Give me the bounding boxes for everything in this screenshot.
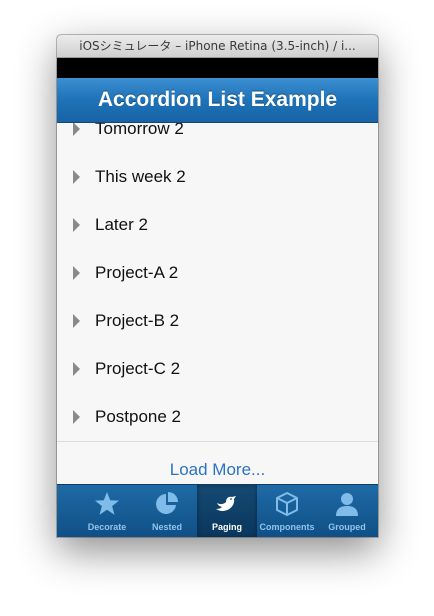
list-item-label: Tomorrow 2 [95,123,184,138]
star-icon [95,492,119,515]
tab-bar: Decorate Nested Paging Components Groupe… [57,484,378,537]
list-item-label: Later 2 [95,215,148,234]
tab-label: Nested [151,522,182,532]
tab-decorate[interactable]: Decorate [77,485,137,537]
tab-label: Decorate [87,522,127,532]
tab-label: Paging [211,522,242,532]
list-item[interactable]: Project-A 2 [57,249,378,298]
list-item-label: This week 2 [95,167,186,186]
tab-grouped[interactable]: Grouped [317,485,377,537]
tab-label: Grouped [328,522,366,532]
disclosure-triangle-icon [73,218,80,232]
status-bar [57,58,378,78]
list-item-label: Postpone 2 [95,407,182,426]
page-title: Accordion List Example [97,88,338,111]
disclosure-triangle-icon [73,123,80,136]
disclosure-triangle-icon [73,362,80,376]
disclosure-triangle-icon [73,314,80,328]
cube-icon [276,492,298,516]
tab-nested[interactable]: Nested [137,485,197,537]
accordion-list[interactable]: Tomorrow 2 This week 2 Later 2 Project-A… [57,123,378,484]
disclosure-triangle-icon [73,170,80,184]
tab-components[interactable]: Components [257,485,317,537]
list-item[interactable]: Later 2 [57,201,378,250]
load-more-button[interactable]: Load More... [57,450,378,484]
bird-icon [216,496,236,511]
person-icon [336,493,358,516]
window-titlebar: iOSシミュレータ – iPhone Retina (3.5-inch) / i… [57,35,378,58]
list-item[interactable]: Tomorrow 2 [57,123,378,154]
disclosure-triangle-icon [73,266,80,280]
list-item-label: Project-C 2 [95,359,181,378]
list-item[interactable]: This week 2 [57,153,378,202]
list-item[interactable]: Project-C 2 [57,345,378,394]
tab-label: Components [259,522,315,532]
list-item-label: Project-B 2 [95,311,180,330]
pie-chart-icon [156,492,178,514]
tab-paging[interactable]: Paging [197,485,257,537]
disclosure-triangle-icon [73,410,80,424]
simulator-window: iOSシミュレータ – iPhone Retina (3.5-inch) / i… [57,35,378,537]
list-item-label: Project-A 2 [95,263,179,282]
navigation-bar: Accordion List Example [57,78,378,123]
list-item[interactable]: Project-B 2 [57,297,378,346]
list-item[interactable]: Postpone 2 [57,393,378,442]
